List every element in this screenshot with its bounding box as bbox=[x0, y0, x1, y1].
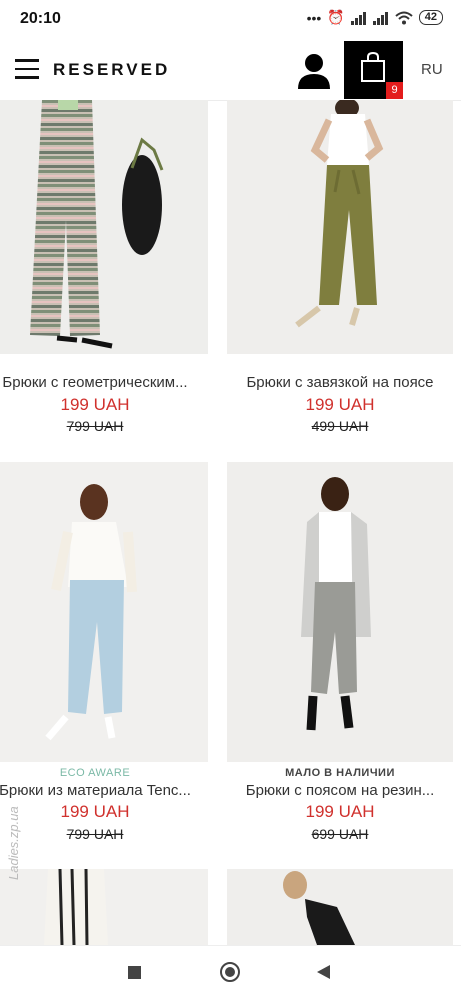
product-name[interactable]: Брюки с поясом на резин... bbox=[227, 782, 453, 799]
product-image[interactable] bbox=[0, 869, 208, 945]
brand-logo[interactable]: RESERVED bbox=[53, 60, 170, 80]
product-price: 199 UAH bbox=[60, 395, 130, 414]
wifi-icon bbox=[395, 11, 413, 24]
watermark: Ladies.zp.ua bbox=[6, 806, 21, 880]
product-image[interactable] bbox=[227, 462, 453, 762]
language-switch[interactable]: RU bbox=[421, 61, 443, 78]
more-icon: ••• bbox=[306, 9, 322, 26]
product-name[interactable]: Брюки с геометрическим... bbox=[0, 374, 208, 391]
status-time: 20:10 bbox=[20, 10, 61, 27]
menu-icon[interactable] bbox=[15, 59, 39, 79]
battery-icon: 42 bbox=[418, 10, 443, 25]
recents-icon[interactable] bbox=[128, 966, 141, 979]
cart-count-badge: 9 bbox=[386, 82, 403, 99]
product-image[interactable] bbox=[0, 100, 208, 354]
app-header: RESERVED 9 RU bbox=[0, 38, 461, 101]
product-image[interactable] bbox=[227, 100, 453, 354]
product-tag: МАЛО В НАЛИЧИИ bbox=[285, 767, 395, 779]
signal-icon-2 bbox=[372, 11, 389, 25]
product-price: 199 UAH bbox=[60, 802, 130, 821]
product-tag: ECO AWARE bbox=[59, 767, 131, 779]
status-icons: ••• ⏰ 42 bbox=[307, 9, 443, 26]
product-name[interactable]: Брюки из материала Tenc... bbox=[0, 782, 208, 799]
cart-button[interactable]: 9 bbox=[344, 41, 403, 99]
product-old-price: 499 UAH bbox=[311, 418, 369, 434]
product-old-price: 799 UAH bbox=[66, 826, 124, 842]
status-bar: 20:10 ••• ⏰ 42 bbox=[0, 0, 461, 38]
product-old-price: 799 UAH bbox=[66, 418, 124, 434]
product-name[interactable]: Брюки с завязкой на поясе bbox=[227, 374, 453, 391]
back-icon[interactable] bbox=[317, 965, 330, 979]
home-icon[interactable] bbox=[220, 962, 240, 982]
product-image[interactable] bbox=[0, 462, 208, 762]
product-price: 199 UAH bbox=[305, 395, 375, 414]
signal-icon bbox=[350, 11, 367, 25]
account-icon[interactable] bbox=[296, 51, 332, 89]
alarm-icon: ⏰ bbox=[327, 9, 345, 25]
shopping-bag-icon bbox=[361, 51, 385, 82]
system-nav-bar bbox=[0, 945, 461, 1001]
product-old-price: 699 UAH bbox=[311, 826, 369, 842]
product-image[interactable] bbox=[227, 869, 453, 945]
product-price: 199 UAH bbox=[305, 802, 375, 821]
